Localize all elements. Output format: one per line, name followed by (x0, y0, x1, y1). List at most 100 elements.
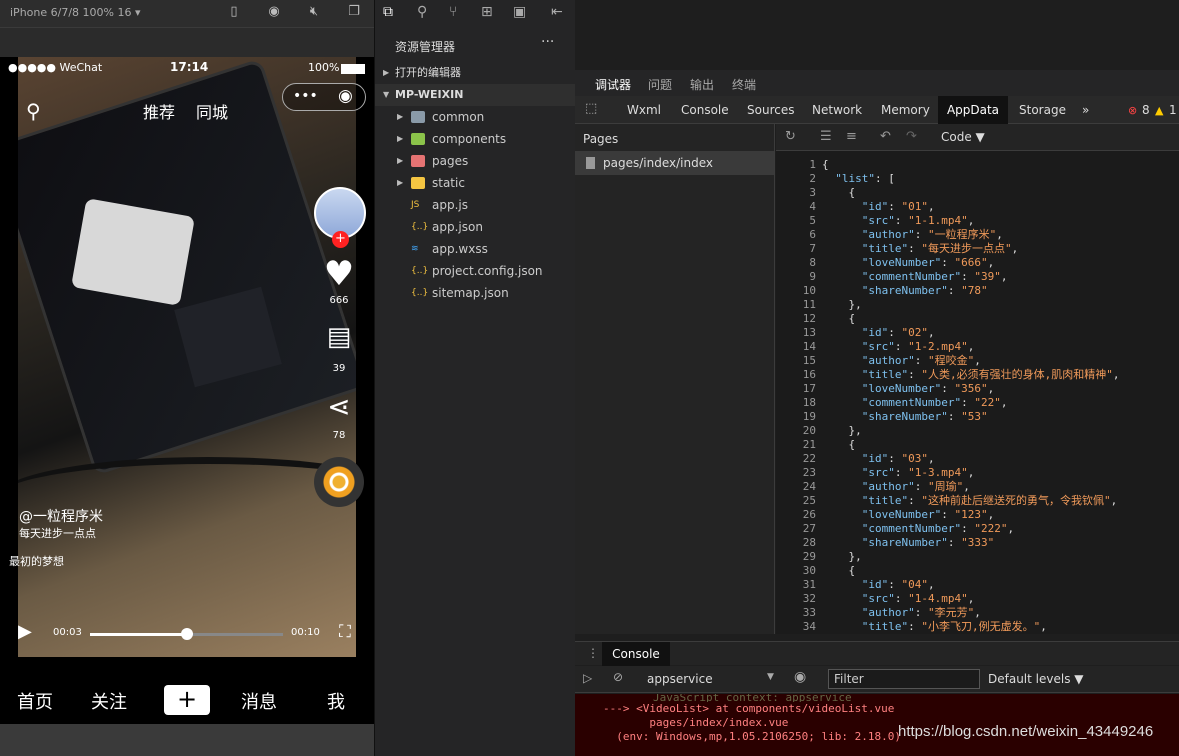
project-section[interactable]: ▼ MP-WEIXIN (375, 84, 576, 106)
music-disc-icon[interactable] (314, 457, 364, 507)
fullscreen-icon[interactable]: ⛶ (339, 622, 351, 642)
files-icon[interactable]: ⧉ (383, 4, 393, 20)
context-dropdown-icon[interactable]: ▼ (767, 672, 774, 682)
search-icon[interactable]: ⚲ (26, 99, 41, 123)
carrier: ●●●●● WeChat (8, 61, 103, 74)
file-tree-item[interactable]: ▶ common (375, 106, 576, 128)
eye-icon[interactable]: ◉ (794, 669, 806, 685)
tab-network[interactable]: Network (812, 103, 862, 117)
line-number: 6 (809, 228, 816, 241)
line-number: 23 (802, 466, 816, 479)
clear-console-icon[interactable]: ⊘ (613, 670, 623, 684)
align-icon[interactable]: ☰ (820, 129, 832, 144)
file-tree-item[interactable]: {..} sitemap.json (375, 282, 576, 304)
close-mini-icon[interactable]: ◉ (338, 86, 353, 106)
chevron-right-icon: ▶ (397, 178, 404, 187)
page-item[interactable]: pages/index/index (575, 151, 774, 175)
format-icon[interactable]: ≡ (846, 129, 857, 144)
phone-icon[interactable]: ▯ (224, 4, 244, 22)
collapse-panel-icon[interactable]: ⇤ (551, 4, 563, 20)
tab-wxml[interactable]: Wxml (627, 103, 661, 117)
code-line: "commentNumber": "22", (861, 396, 1008, 409)
nav-follow[interactable]: 关注 (91, 688, 127, 714)
device-select[interactable]: iPhone 6/7/8 100% 16 ▾ (10, 6, 141, 19)
code-mode-select[interactable]: Code ▼ (941, 130, 985, 144)
line-number: 11 (802, 298, 816, 311)
progress-track[interactable] (90, 628, 283, 640)
source-control-icon[interactable]: ⑂ (449, 4, 457, 20)
share-icon[interactable]: ⋖ (322, 390, 356, 423)
refresh-icon[interactable]: ↻ (785, 129, 796, 144)
code-line: "id": "01", (861, 200, 935, 213)
file-tree-item[interactable]: ≋ app.wxss (375, 238, 576, 260)
appdata-code-view[interactable]: 1 {2 "list": [3 {4 "id": "01", 5 "src": "1… (776, 151, 1179, 634)
mute-icon[interactable]: 🔇︎ (304, 4, 324, 22)
nav-messages[interactable]: 消息 (241, 688, 277, 714)
tab-local[interactable]: 同城 (196, 99, 228, 123)
chevron-right-icon: ▶ (397, 156, 404, 165)
open-editors-section[interactable]: ▶ 打开的编辑器 (375, 62, 576, 84)
more-icon[interactable]: ••• (293, 88, 318, 104)
file-tree-item-label: app.wxss (432, 242, 488, 256)
redo-icon[interactable]: ↷ (906, 129, 917, 144)
warning-icon[interactable]: ▲ (1155, 104, 1163, 117)
tab-appdata[interactable]: AppData (938, 96, 1008, 124)
popout-icon[interactable]: ❐ (344, 4, 364, 22)
drawer-menu-icon[interactable]: ⋮ (587, 646, 599, 660)
file-tree-item-label: components (432, 132, 507, 146)
video-player[interactable] (18, 57, 356, 657)
explorer-panel: ⧉ ⚲ ⑂ ⊞ ▣ ⇤ 资源管理器 ··· ▶ 打开的编辑器 ▼ MP-WEIXIN… (374, 0, 576, 756)
code-line: "id": "03", (861, 452, 935, 465)
console-drawer-tab[interactable]: Console (602, 642, 670, 666)
search-icon[interactable]: ⚲ (417, 4, 427, 20)
code-line: { (822, 312, 856, 325)
phone-screen: ●●●●● WeChat 17:14 100% ⚲ 推荐 同城 ••• ◉ + … (0, 57, 374, 724)
file-tree-item[interactable]: JS app.js (375, 194, 576, 216)
code-line: "commentNumber": "39", (861, 270, 1008, 283)
error-icon[interactable]: ⊗ (1128, 104, 1137, 117)
code-line: "title": "人类,必须有强壮的身体,肌肉和精神", (861, 368, 1120, 381)
tab-storage[interactable]: Storage (1019, 103, 1066, 117)
play-icon[interactable]: ▶ (18, 621, 32, 642)
console-error-message: JavaScript context: appservice ---> <Vid… (575, 694, 1179, 756)
more-tabs-icon[interactable]: » (1082, 103, 1089, 117)
error-line-1: ---> <VideoList> at components/videoList… (603, 702, 895, 715)
progress-knob[interactable] (180, 628, 193, 640)
tab-debugger[interactable]: 调试器 (595, 76, 632, 98)
project-label: MP-WEIXIN (395, 88, 464, 101)
nav-me[interactable]: 我 (327, 688, 345, 714)
debug-icon[interactable]: ▣ (513, 4, 526, 20)
tab-sources[interactable]: Sources (747, 103, 794, 117)
record-icon[interactable]: ◉ (264, 4, 284, 22)
tab-memory[interactable]: Memory (881, 103, 930, 117)
sidebar-toggle-icon[interactable]: ▷ (583, 671, 592, 685)
heart-icon[interactable]: ♥ (322, 254, 356, 294)
tab-problems[interactable]: 问题 (648, 76, 672, 93)
follow-plus-icon[interactable]: + (332, 231, 349, 248)
file-tree-item[interactable]: ▶ pages (375, 150, 576, 172)
tab-console[interactable]: Console (681, 103, 729, 117)
file-tree-item[interactable]: {..} project.config.json (375, 260, 576, 282)
inspect-icon[interactable]: ⬚ (585, 101, 597, 116)
undo-icon[interactable]: ↶ (880, 129, 891, 144)
nav-home[interactable]: 首页 (17, 688, 53, 714)
tab-output[interactable]: 输出 (690, 76, 714, 93)
file-tree-item[interactable]: ▶ static (375, 172, 576, 194)
activity-bar: ⧉ ⚲ ⑂ ⊞ ▣ ⇤ (375, 0, 576, 28)
console-filter-input[interactable]: Filter (828, 669, 980, 689)
time-total: 00:10 (291, 627, 320, 638)
file-tree-item[interactable]: {..} app.json (375, 216, 576, 238)
file-tree-item[interactable]: ▶ components (375, 128, 576, 150)
tab-terminal[interactable]: 终端 (732, 76, 756, 93)
comment-icon[interactable]: ▤ (322, 322, 356, 352)
console-toolbar: ▷ ⊘ appservice ▼ ◉ Filter Default levels… (575, 666, 1179, 693)
video-author: @一粒程序米 (19, 509, 103, 525)
extensions-icon[interactable]: ⊞ (481, 4, 493, 20)
context-select[interactable]: appservice (647, 672, 713, 686)
levels-select[interactable]: Default levels ▼ (988, 672, 1084, 686)
explorer-more-icon[interactable]: ··· (541, 34, 554, 50)
devtools-top-tabs: 调试器 问题 输出 终端 (575, 70, 1179, 98)
tab-recommend[interactable]: 推荐 (143, 99, 175, 123)
nav-add-button[interactable]: + (164, 685, 210, 715)
code-line: { (822, 186, 856, 199)
